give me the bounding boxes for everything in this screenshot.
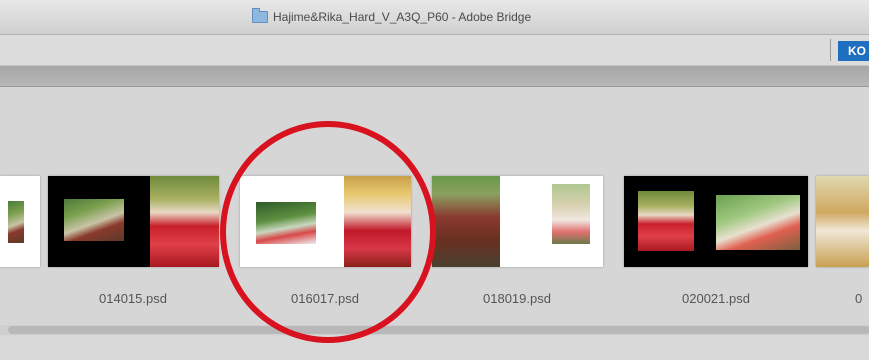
thumbnail-photo-left — [638, 191, 694, 251]
thumbnail-photo-right — [716, 195, 800, 250]
thumbnail-photo-left — [432, 176, 500, 267]
thumbnail-photo-left — [64, 199, 124, 241]
thumbnail-018019[interactable] — [432, 176, 603, 267]
thumbnail-photo — [8, 201, 24, 243]
thumbnail-photo-right — [552, 184, 590, 244]
thumbnail-label: 018019.psd — [483, 291, 551, 306]
window-title: Hajime&Rika_Hard_V_A3Q_P60 - Adobe Bridg… — [273, 10, 532, 24]
thumbnail-photo — [816, 176, 869, 267]
thumbnail-label: 0 — [855, 291, 863, 306]
toolbar-divider — [830, 39, 831, 61]
highlight-circle-annotation — [220, 121, 436, 343]
toolbar: KO — [0, 35, 869, 66]
thumbnail-014015[interactable] — [48, 176, 219, 267]
horizontal-scrollbar[interactable] — [0, 325, 869, 335]
window-title-group: Hajime&Rika_Hard_V_A3Q_P60 - Adobe Bridg… — [252, 8, 532, 25]
window-titlebar: Hajime&Rika_Hard_V_A3Q_P60 - Adobe Bridg… — [0, 0, 869, 35]
thumbnail-label: 020021.psd — [682, 291, 750, 306]
scrollbar-thumb[interactable] — [8, 326, 869, 334]
thumbnail-020021[interactable] — [624, 176, 808, 267]
thumbnail-partial-left[interactable] — [0, 176, 40, 267]
panel-header-bar — [0, 66, 869, 87]
folder-icon — [252, 8, 268, 23]
thumbnail-label: 014015.psd — [99, 291, 167, 306]
thumbnail-photo-right — [150, 176, 219, 267]
thumbnail-partial-right[interactable] — [816, 176, 869, 267]
bottom-area — [0, 336, 869, 360]
toolbar-badge[interactable]: KO — [838, 41, 869, 61]
